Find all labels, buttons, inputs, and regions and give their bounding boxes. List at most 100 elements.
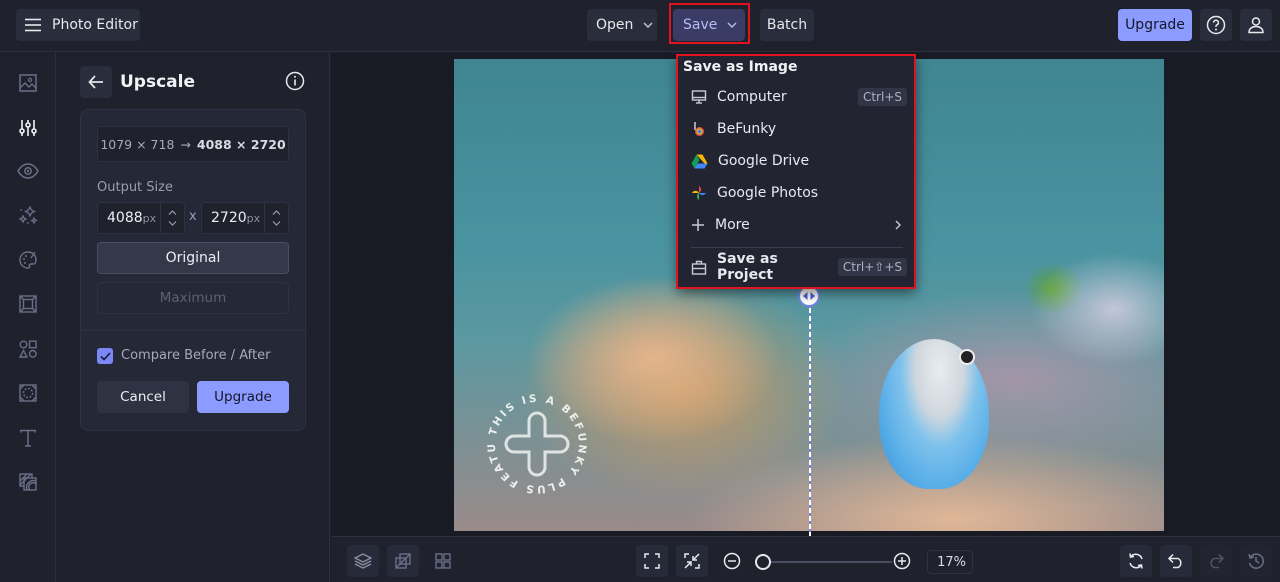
chevron-down-icon[interactable] [168, 221, 177, 226]
google-photos-label: Google Photos [717, 185, 819, 201]
redo-button[interactable] [1200, 545, 1232, 577]
save-more-options[interactable]: More [685, 210, 907, 240]
google-drive-label: Google Drive [718, 153, 810, 169]
fullscreen-icon [643, 552, 661, 570]
width-value: 4088 [107, 210, 143, 226]
user-icon [1246, 15, 1266, 35]
computer-label: Computer [717, 89, 787, 105]
info-icon [285, 71, 305, 91]
save-as-project[interactable]: Save as Project Ctrl+⇧+S [685, 251, 907, 283]
layers-button[interactable] [347, 545, 379, 577]
sync-button[interactable] [1120, 545, 1152, 577]
help-button[interactable] [1200, 9, 1232, 41]
nav-effects[interactable] [16, 203, 40, 227]
nav-graphics[interactable] [16, 337, 40, 361]
redo-icon [1207, 553, 1225, 569]
eye-icon [17, 163, 39, 179]
maximum-size-button[interactable]: Maximum [97, 282, 289, 314]
divider [81, 330, 305, 331]
save-to-google-drive[interactable]: Google Drive [685, 146, 907, 176]
compare-label[interactable]: Compare Before / After [121, 348, 270, 363]
shortcut-ctrl-s: Ctrl+S [857, 88, 907, 106]
watermark-text: THIS IS A BEFUNKY PLUS FEATURE • [482, 389, 586, 495]
batch-button[interactable]: Batch [760, 9, 814, 41]
upgrade-apply-button[interactable]: Upgrade [197, 381, 289, 413]
zoom-out-button[interactable] [716, 545, 748, 577]
save-button-highlight [669, 3, 750, 44]
actual-size-button[interactable] [676, 545, 708, 577]
arrow-right-icon: → [180, 136, 191, 152]
palette-icon [18, 250, 38, 270]
shortcut-ctrl-shift-s: Ctrl+⇧+S [837, 258, 907, 276]
nav-edit[interactable] [16, 116, 40, 140]
menu-divider [691, 247, 903, 248]
times-separator: x [189, 209, 197, 224]
zoom-level-field[interactable]: 17% [927, 550, 973, 574]
chevron-down-icon[interactable] [272, 221, 281, 226]
width-stepper[interactable] [160, 203, 184, 233]
chevron-up-icon[interactable] [272, 210, 281, 215]
compare-divider-line[interactable] [809, 300, 811, 536]
google-drive-icon [691, 154, 708, 169]
zoom-slider-handle[interactable] [755, 554, 771, 570]
chevron-up-icon[interactable] [168, 210, 177, 215]
monitor-icon [691, 89, 707, 105]
befunky-label: BeFunky [717, 121, 777, 137]
save-to-computer[interactable]: Computer Ctrl+S [685, 82, 907, 112]
nav-touch-up[interactable] [16, 159, 40, 183]
undo-icon [1167, 553, 1185, 569]
original-size-button[interactable]: Original [97, 242, 289, 274]
panel-title: Upscale [120, 72, 195, 92]
photo-subject-bird-eye [959, 349, 975, 365]
compare-checkbox[interactable] [97, 348, 113, 364]
back-button[interactable] [80, 66, 112, 98]
befunky-logo-icon [691, 121, 707, 137]
main-menu-button[interactable]: Photo Editor [16, 9, 140, 41]
fit-screen-button[interactable] [636, 545, 668, 577]
save-as-project-label: Save as Project [717, 251, 778, 283]
account-button[interactable] [1240, 9, 1272, 41]
zoom-out-icon [723, 552, 741, 570]
bottom-toolbar: 17% [331, 536, 1280, 582]
text-icon [18, 428, 38, 448]
nav-frames[interactable] [16, 292, 40, 316]
save-to-befunky[interactable]: BeFunky [685, 114, 907, 144]
height-unit: px [246, 212, 261, 225]
upscale-card: 1079 × 718 → 4088 × 2720 Output Size 408… [80, 109, 306, 431]
width-field[interactable]: 4088px [97, 202, 185, 234]
height-stepper[interactable] [264, 203, 288, 233]
height-value: 2720 [211, 210, 247, 226]
nav-text[interactable] [16, 426, 40, 450]
plus-logo-icon [504, 411, 570, 477]
undo-button[interactable] [1160, 545, 1192, 577]
width-unit: px [142, 212, 157, 225]
sync-icon [1127, 552, 1145, 570]
height-field[interactable]: 2720px [201, 202, 289, 234]
history-icon [1247, 552, 1265, 570]
upgrade-button[interactable]: Upgrade [1118, 9, 1192, 41]
output-size-label: Output Size [97, 180, 173, 195]
befunky-plus-watermark: THIS IS A BEFUNKY PLUS FEATURE • [482, 389, 592, 499]
google-photos-icon [691, 185, 707, 201]
original-dimensions: 1079 × 718 [100, 136, 175, 152]
info-button[interactable] [285, 71, 305, 91]
shapes-icon [18, 339, 38, 359]
zoom-slider-track[interactable] [766, 561, 892, 563]
chevron-right-icon [895, 220, 907, 230]
help-circle-icon [1206, 15, 1226, 35]
grid-view-button[interactable] [427, 545, 459, 577]
image-icon [18, 73, 38, 93]
open-button[interactable]: Open [587, 9, 657, 41]
nav-image-manager[interactable] [16, 71, 40, 95]
nav-artsy[interactable] [16, 248, 40, 272]
zoom-in-button[interactable] [886, 545, 918, 577]
nav-overlays[interactable] [16, 381, 40, 405]
layers-icon [354, 552, 372, 570]
shrink-icon [683, 552, 701, 570]
history-button[interactable] [1240, 545, 1272, 577]
save-to-google-photos[interactable]: Google Photos [685, 178, 907, 208]
compare-view-button[interactable] [387, 545, 419, 577]
open-label: Open [596, 17, 634, 33]
nav-textures[interactable] [16, 470, 40, 494]
cancel-button[interactable]: Cancel [97, 381, 189, 413]
